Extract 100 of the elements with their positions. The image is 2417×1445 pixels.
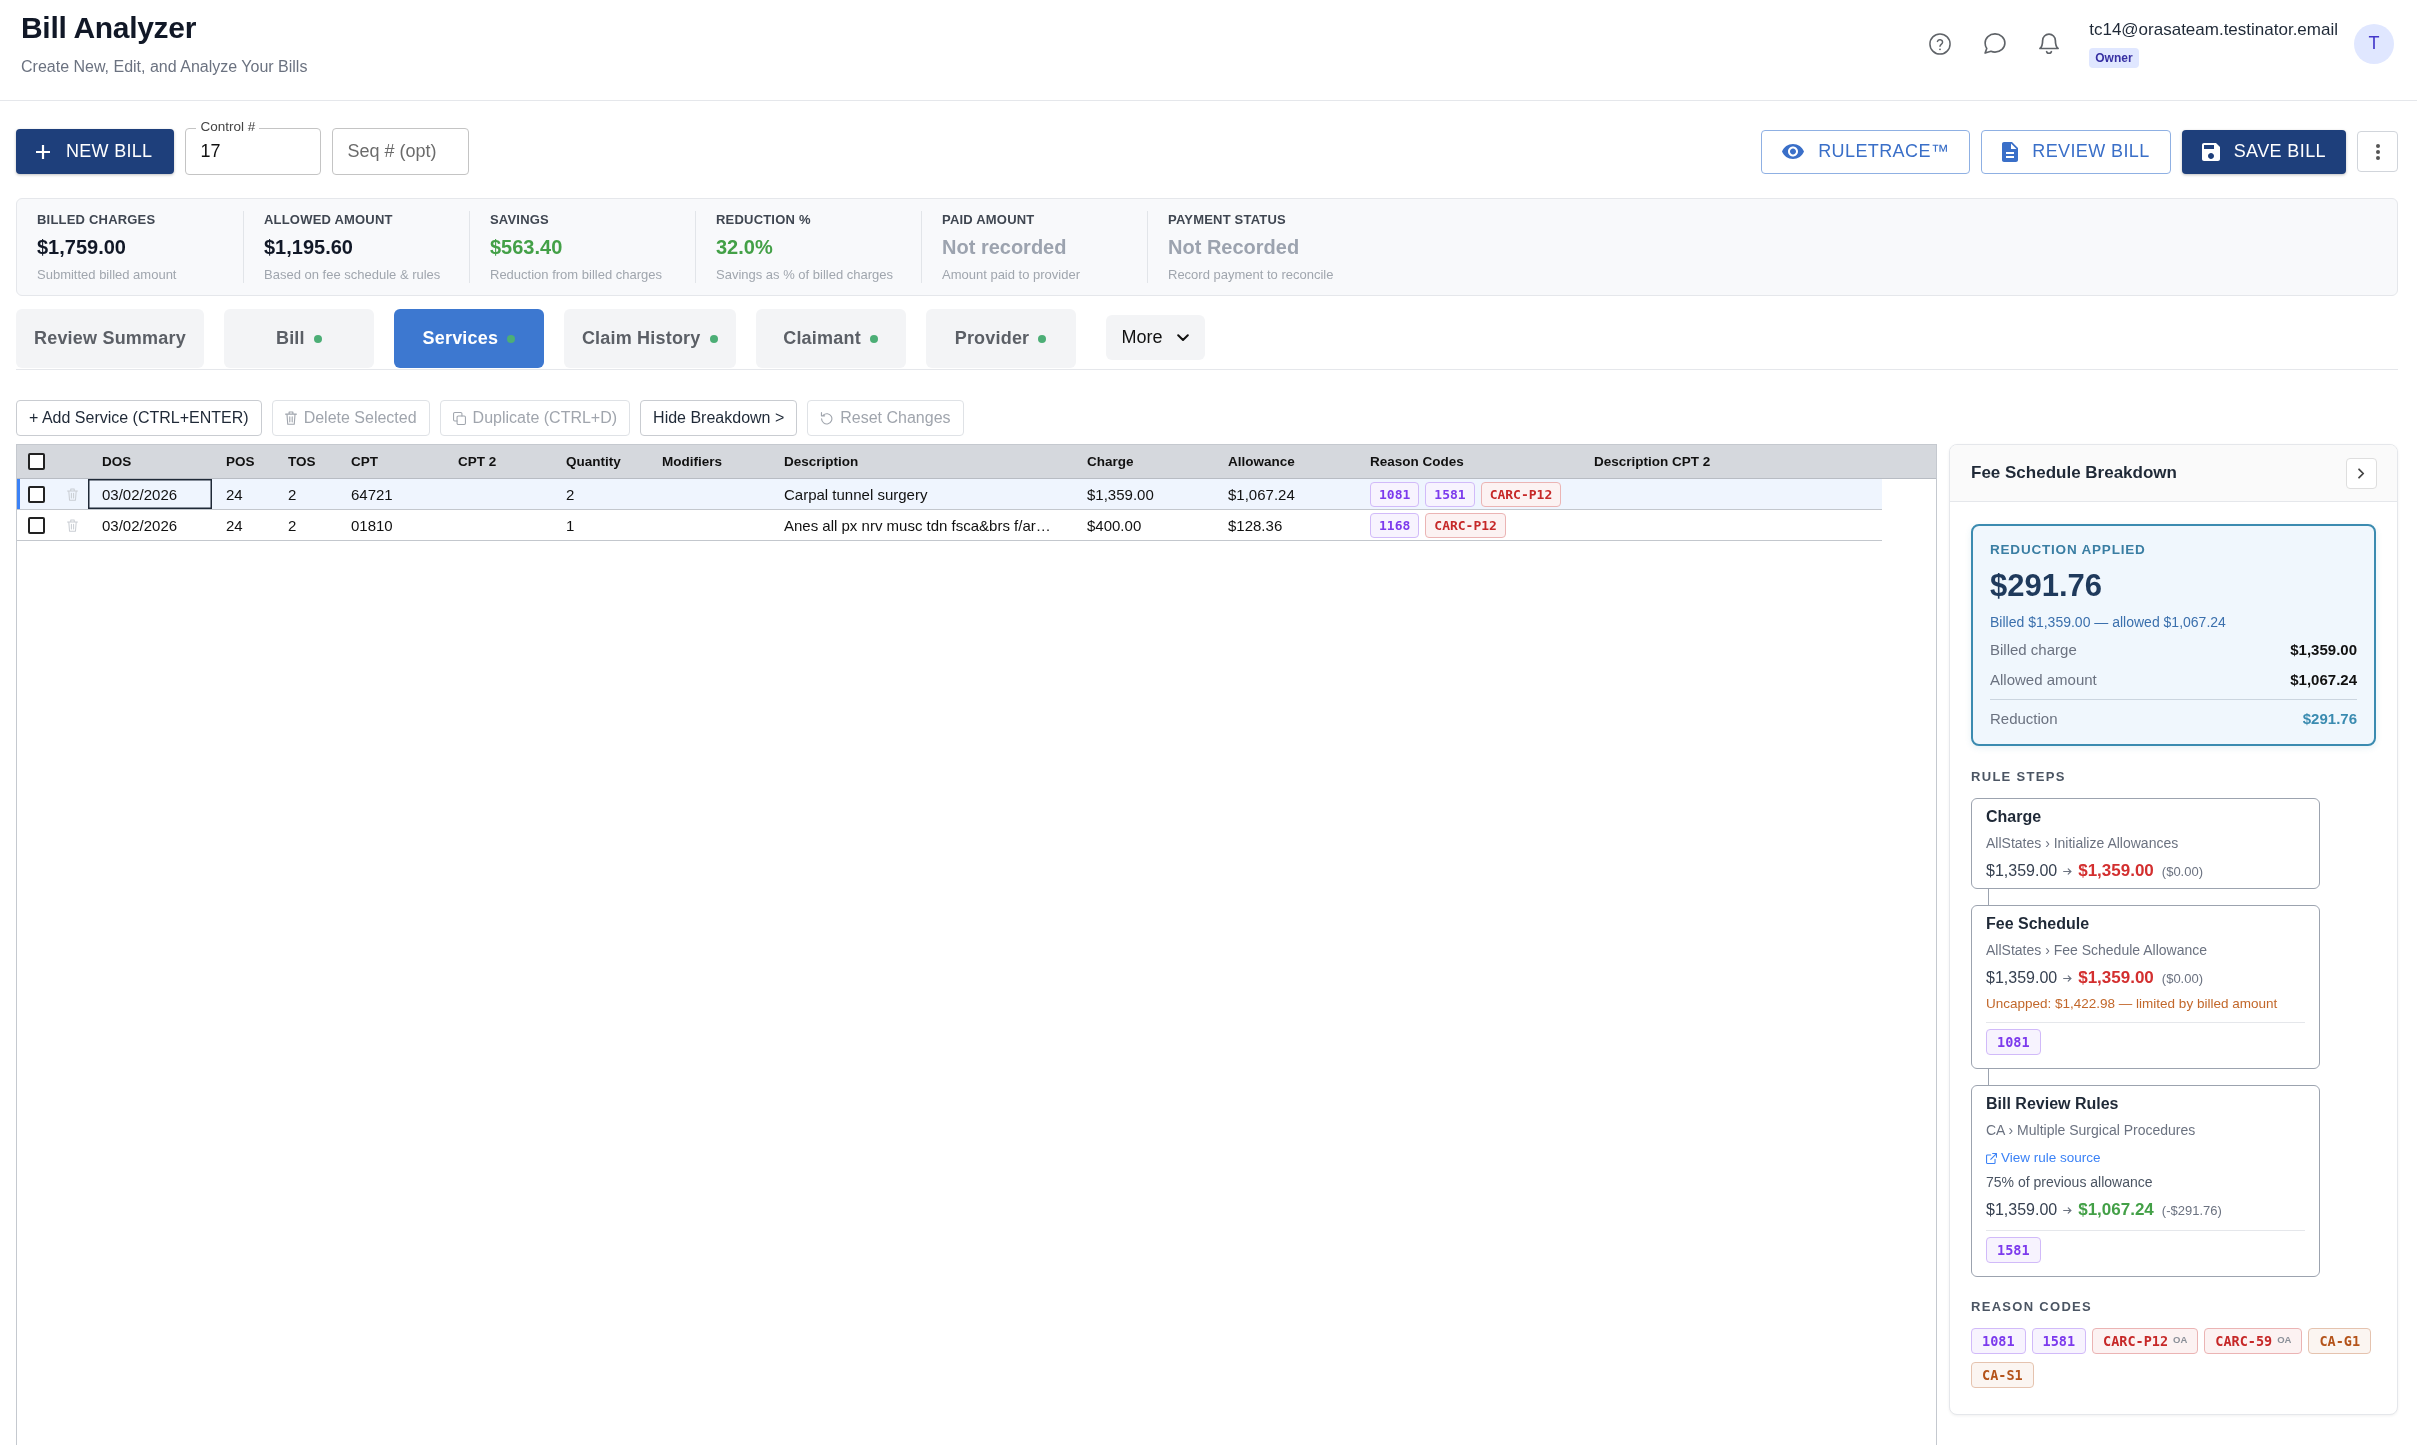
table-cell-text: 2 (287, 515, 298, 536)
reason-code-tag: CARC-59 OA (2204, 1328, 2303, 1354)
role-tag: Owner (2089, 48, 2139, 68)
metric-value: $1,759.00 (37, 235, 127, 260)
line-value: $291.76 (2302, 709, 2357, 729)
amount-after: $1,359.00 (2078, 968, 2154, 988)
column-header: Modifiers (661, 453, 723, 471)
document-icon (2002, 141, 2019, 162)
column-header: CPT (350, 453, 379, 471)
table-cell-text: $1,359.00 (1086, 484, 1155, 505)
more-options-button[interactable] (2357, 131, 2398, 172)
new-bill-button[interactable]: NEW BILL (16, 129, 175, 174)
column-header: Charge (1086, 453, 1135, 471)
amount-before: $1,359.00 (1986, 862, 2058, 880)
tab[interactable]: Review Summary (16, 309, 204, 368)
table-cell-text: $1,067.24 (1227, 484, 1296, 505)
user-avatar[interactable]: T (2354, 23, 2394, 64)
line-label: Allowed amount (1990, 670, 2097, 690)
column-header: TOS (287, 453, 317, 471)
metric-label: SAVINGS (490, 211, 550, 229)
column-header: Reason Codes (1369, 453, 1465, 471)
table-row[interactable]: 03/02/2026 24 2 64721 2 Carpal tunnel surgery $1,359.00 $1,067.24 1081 1581 CARC-P12 (17, 479, 1882, 510)
chat-bubble-icon[interactable] (1984, 33, 2007, 54)
table-cell-text: $128.36 (1227, 515, 1284, 536)
amount-change: ($0.00) (2161, 863, 2204, 879)
reason-code-tag: CARC-P12 (1425, 512, 1506, 538)
reason-code-tag: 1168 (1370, 512, 1420, 538)
metric-caption: Reduction from billed charges (490, 267, 663, 283)
metric-value: 32.0% (716, 235, 774, 260)
table-cell-text: 01810 (350, 515, 394, 536)
reason-code-tag: 1581 (2031, 1328, 2087, 1354)
hide-breakdown-button[interactable]: Hide Breakdown > (640, 400, 798, 436)
metric-value: Not recorded (942, 235, 1068, 260)
chevron-right-icon (2358, 467, 2365, 479)
table-cell-text: 24 (225, 515, 244, 536)
ruletrace-button[interactable]: RULETRACE™ (1761, 129, 1971, 174)
column-header: Description (783, 453, 860, 471)
step-title: Fee Schedule (1986, 914, 2091, 934)
reduction-amount: $291.76 (1990, 567, 2104, 605)
column-header: POS (225, 453, 256, 471)
column-header: Quantity (565, 453, 622, 471)
metric-caption: Based on fee schedule & rules (264, 267, 442, 283)
line-value: $1,359.00 (2290, 640, 2357, 660)
line-label: Billed charge (1990, 640, 2077, 660)
section-heading: REASON CODES (1971, 1299, 2094, 1315)
chevron-down-icon (1176, 333, 1189, 342)
step-title: Charge (1986, 807, 2043, 827)
tab[interactable]: Claimant (755, 309, 906, 368)
row-checkbox[interactable] (28, 485, 45, 503)
rule-source-link[interactable]: View rule source (1986, 1149, 2101, 1167)
eye-icon (1782, 144, 1805, 159)
row-checkbox[interactable] (28, 516, 45, 534)
bell-icon[interactable] (2039, 33, 2060, 54)
more-menu-button[interactable]: More (1105, 315, 1205, 360)
table-cell-text: 2 (287, 484, 298, 505)
help-icon[interactable] (1929, 32, 1952, 55)
arrow-icon (2063, 1206, 2073, 1214)
reason-code-tag: CA-S1 (1971, 1362, 2034, 1388)
reason-code-tag: CARC-P12 OA (2092, 1328, 2199, 1354)
amount-change: ($0.00) (2161, 970, 2204, 986)
amount-before: $1,359.00 (1986, 969, 2058, 987)
table-cell-text: Anes all px nrv musc tdn fsca&brs f/ar… (783, 515, 1052, 536)
table-cell-text: 1 (565, 515, 576, 536)
step-note: Uncapped: $1,422.98 — limited by billed amount (1986, 995, 2279, 1013)
metric-label: REDUCTION % (716, 211, 812, 229)
metric-caption: Submitted billed amount (37, 267, 178, 283)
table-cell-text: 24 (225, 484, 244, 505)
metric-caption: Savings as % of billed charges (716, 267, 895, 283)
amount-before: $1,359.00 (1986, 1201, 2058, 1219)
step-path: AllStates › Fee Schedule Allowance (1986, 941, 2208, 959)
plus-icon (36, 144, 50, 159)
add-service-button[interactable]: + Add Service (CTRL+ENTER) (16, 400, 262, 436)
save-bill-button[interactable]: SAVE BILL (2181, 129, 2346, 174)
tab[interactable]: Services (393, 309, 544, 368)
tab[interactable]: Claim History (563, 309, 736, 368)
arrow-icon (2063, 867, 2073, 875)
column-header: CPT 2 (457, 453, 498, 471)
column-header: Description CPT 2 (1593, 453, 1712, 471)
trash-icon (284, 411, 297, 425)
metric-value: $563.40 (490, 235, 564, 260)
metric-label: ALLOWED AMOUNT (264, 211, 394, 229)
metric-label: PAYMENT STATUS (1168, 211, 1287, 229)
table-cell: 03/02/2026 (88, 479, 212, 509)
step-path: AllStates › Initialize Allowances (1986, 834, 2180, 852)
sequence-number-field[interactable]: Seq # (opt) (332, 128, 470, 175)
reason-code-tag: CARC-P12 (1480, 481, 1562, 507)
tab[interactable]: Provider (925, 309, 1076, 368)
metric-caption: Record payment to reconcile (1168, 267, 1335, 283)
review-bill-button[interactable]: REVIEW BILL (1981, 129, 2171, 174)
app-subtitle: Create New, Edit, and Analyze Your Bills (21, 58, 308, 76)
vertical-dots-icon (2375, 143, 2380, 160)
table-cell-text: 2 (565, 484, 576, 505)
copy-icon (452, 411, 466, 425)
table-cell-text: Carpal tunnel surgery (783, 484, 929, 505)
metric-value: Not Recorded (1168, 235, 1301, 260)
tab[interactable]: Bill (223, 309, 374, 368)
table-row[interactable]: 03/02/2026 24 2 01810 1 Anes all px nrv musc tdn fsca&brs f/ar… $400.00 $128.36 1168 CARC-P12 (17, 510, 1882, 541)
external-link-icon (1986, 1152, 1997, 1164)
select-all-checkbox[interactable] (28, 453, 45, 470)
user-email: tc14@orasateam.testinator.email (2089, 19, 2338, 41)
